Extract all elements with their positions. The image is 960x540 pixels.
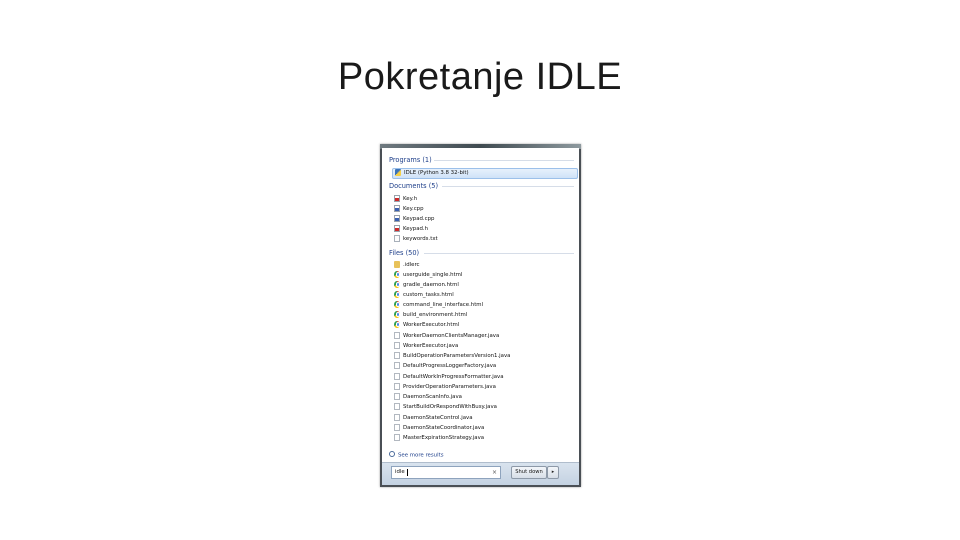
search-bar-area: idle × Shut down ▸	[382, 462, 579, 485]
python-icon	[395, 169, 401, 176]
file-item-label: WorkerExecutor.java	[403, 343, 459, 349]
file-item[interactable]: DefaultWorkInProgressFormatter.java	[394, 372, 574, 382]
file-item[interactable]: DaemonStateControl.java	[394, 413, 574, 423]
document-item-label: Keypad.h	[403, 226, 429, 232]
file-item-label: DefaultWorkInProgressFormatter.java	[403, 374, 504, 380]
chrome-icon	[394, 280, 401, 288]
document-item-label: Key.cpp	[403, 206, 424, 212]
file-item[interactable]: userguide_single.html	[394, 270, 574, 280]
file-icon	[394, 331, 400, 339]
cpp-file-icon	[394, 214, 400, 222]
file-item[interactable]: command_line_interface.html	[394, 300, 574, 310]
chrome-icon	[394, 310, 401, 318]
file-icon	[394, 423, 400, 431]
text-caret	[407, 469, 408, 476]
file-icon	[394, 382, 400, 390]
group-divider	[424, 253, 574, 254]
file-item[interactable]: custom_tasks.html	[394, 290, 574, 300]
cpp-file-icon	[394, 204, 400, 212]
search-input[interactable]: idle ×	[391, 466, 501, 479]
start-menu: Programs (1) IDLE (Python 3.8 32-bit) Do…	[380, 144, 581, 487]
file-item[interactable]: gradle_daemon.html	[394, 280, 574, 290]
h-file-icon	[394, 194, 400, 202]
file-item-label: WorkerDaemonClientsManager.java	[403, 333, 500, 339]
file-item-label: BuildOperationParametersVersion1.java	[403, 353, 511, 359]
documents-group-header[interactable]: Documents (5)	[389, 182, 438, 190]
shutdown-button[interactable]: Shut down	[511, 466, 547, 479]
file-item-label: .idlerc	[403, 262, 420, 268]
document-item[interactable]: Key.cpp	[394, 204, 574, 214]
chrome-icon	[394, 270, 401, 278]
search-input-value: idle	[395, 469, 405, 475]
slide-title: Pokretanje IDLE	[337, 56, 623, 98]
file-item[interactable]: DefaultProgressLoggerFactory.java	[394, 361, 574, 371]
see-more-results-link[interactable]: See more results	[389, 451, 444, 459]
file-item-label: gradle_daemon.html	[403, 282, 459, 288]
file-item[interactable]: StartBuildOrRespondWithBusy.java	[394, 402, 574, 412]
file-item-label: DefaultProgressLoggerFactory.java	[403, 363, 497, 369]
file-item[interactable]: WorkerDaemonClientsManager.java	[394, 331, 574, 341]
file-icon	[394, 402, 400, 410]
file-item[interactable]: build_environment.html	[394, 310, 574, 320]
document-item-label: keywords.txt	[403, 236, 438, 242]
file-item-label: custom_tasks.html	[403, 292, 454, 298]
document-item-label: Keypad.cpp	[403, 216, 435, 222]
file-item-label: command_line_interface.html	[403, 302, 484, 308]
document-item-label: Key.h	[403, 196, 418, 202]
text-file-icon	[394, 234, 400, 242]
programs-group-header[interactable]: Programs (1)	[389, 156, 432, 164]
clear-icon[interactable]: ×	[492, 467, 497, 478]
document-item[interactable]: Key.h	[394, 194, 574, 204]
group-divider	[442, 186, 574, 187]
file-item[interactable]: MasterExpirationStrategy.java	[394, 433, 574, 443]
file-item[interactable]: BuildOperationParametersVersion1.java	[394, 351, 574, 361]
file-item-label: build_environment.html	[403, 312, 468, 318]
file-item[interactable]: DaemonStateCoordinator.java	[394, 423, 574, 433]
chrome-icon	[394, 300, 401, 308]
file-icon	[394, 392, 400, 400]
files-group-header[interactable]: Files (50)	[389, 249, 419, 257]
program-item-idle[interactable]: IDLE (Python 3.8 32-bit)	[392, 168, 578, 179]
file-icon	[394, 351, 400, 359]
file-item[interactable]: WorkerExecutor.java	[394, 341, 574, 351]
file-item[interactable]: DaemonScanInfo.java	[394, 392, 574, 402]
file-icon	[394, 361, 400, 369]
search-icon	[389, 451, 395, 457]
file-item[interactable]: .idlerc	[394, 260, 574, 270]
document-item[interactable]: keywords.txt	[394, 234, 574, 244]
file-icon	[394, 372, 400, 380]
file-item-label: DaemonScanInfo.java	[403, 394, 462, 400]
folder-icon	[394, 260, 400, 268]
group-divider	[434, 160, 574, 161]
shutdown-options-arrow-icon[interactable]: ▸	[547, 466, 559, 479]
file-item-label: DaemonStateControl.java	[403, 415, 473, 421]
file-item-label: MasterExpirationStrategy.java	[403, 435, 485, 441]
program-item-label: IDLE (Python 3.8 32-bit)	[404, 170, 469, 176]
file-item-label: ProviderOperationParameters.java	[403, 384, 496, 390]
chrome-icon	[394, 320, 401, 328]
h-file-icon	[394, 224, 400, 232]
file-item-label: DaemonStateCoordinator.java	[403, 425, 485, 431]
see-more-label: See more results	[398, 452, 444, 459]
file-item[interactable]: WorkerExecutor.html	[394, 320, 574, 330]
file-item-label: WorkerExecutor.html	[403, 322, 460, 328]
document-item[interactable]: Keypad.h	[394, 224, 574, 234]
chrome-icon	[394, 290, 401, 298]
file-icon	[394, 341, 400, 349]
document-item[interactable]: Keypad.cpp	[394, 214, 574, 224]
search-results-panel: Programs (1) IDLE (Python 3.8 32-bit) Do…	[382, 148, 579, 462]
file-item-label: userguide_single.html	[403, 272, 463, 278]
file-icon	[394, 433, 400, 441]
file-item-label: StartBuildOrRespondWithBusy.java	[403, 404, 497, 410]
file-item[interactable]: ProviderOperationParameters.java	[394, 382, 574, 392]
file-icon	[394, 413, 400, 421]
